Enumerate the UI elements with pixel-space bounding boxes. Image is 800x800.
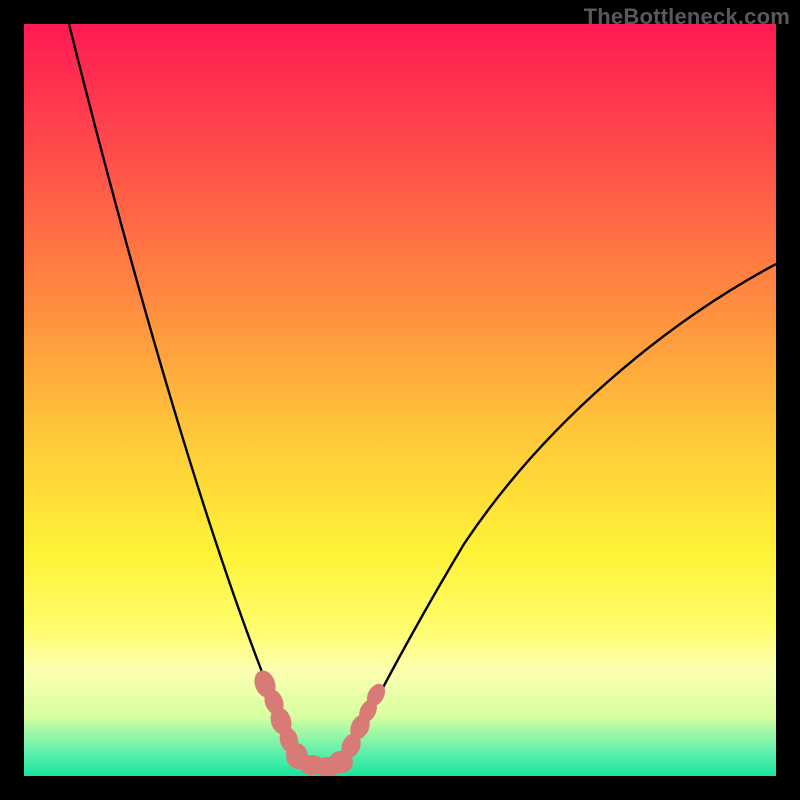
watermark-text: TheBottleneck.com	[584, 4, 790, 30]
valley-blobs	[251, 667, 389, 776]
right-curve	[342, 264, 776, 766]
chart-area	[24, 24, 776, 776]
curves-svg	[24, 24, 776, 776]
left-curve	[69, 24, 304, 764]
